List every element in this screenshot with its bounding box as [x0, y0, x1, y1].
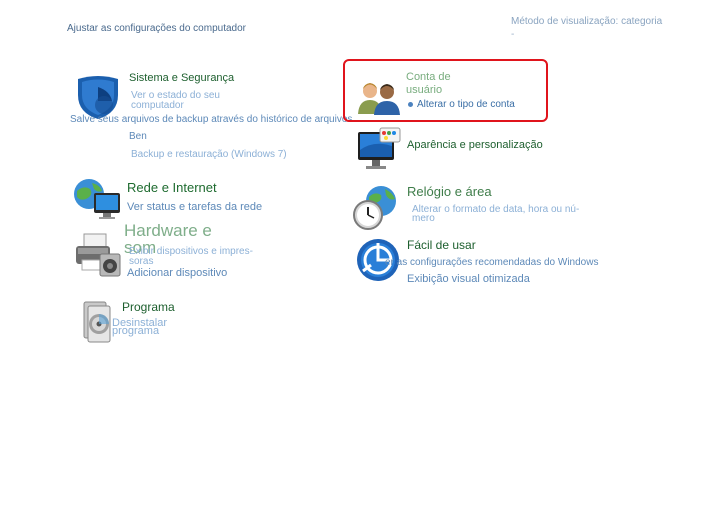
user-accounts-title[interactable]: Conta de [406, 71, 451, 83]
uninstall-program-link-line2[interactable]: programa [112, 326, 159, 337]
recommended-settings-link[interactable]: er as configurações recomendadas do Wind… [385, 257, 598, 268]
ben-link[interactable]: Ben [129, 131, 147, 142]
system-status-link-line2[interactable]: computador [131, 100, 184, 111]
add-device-link[interactable]: Adicionar dispositivo [127, 268, 227, 279]
view-mode-selector[interactable]: Método de visualização: categoria [511, 16, 662, 27]
file-history-link[interactable]: Salve seus arquivos de backup através do… [70, 114, 352, 125]
view-devices-link-line2[interactable]: soras [129, 256, 153, 267]
view-mode-dropdown-indicator[interactable]: - [511, 29, 514, 40]
globe-network-icon[interactable] [72, 177, 122, 223]
appearance-title[interactable]: Aparência e personalização [407, 139, 543, 151]
optimized-display-link[interactable]: Exibição visual otimizada [407, 274, 530, 285]
clock-globe-icon[interactable] [353, 185, 401, 231]
clock-region-title[interactable]: Relógio e área [407, 184, 492, 199]
hardware-sound-title[interactable]: Hardware e [124, 222, 212, 239]
network-status-link[interactable]: Ver status e tarefas da rede [127, 202, 262, 213]
user-accounts-title-line2[interactable]: usuário [406, 84, 442, 96]
bullet-icon [408, 101, 413, 107]
backup-restore-link[interactable]: Backup e restauração (Windows 7) [131, 149, 287, 160]
monitor-personalization-icon[interactable] [356, 126, 402, 174]
users-icon[interactable] [357, 80, 401, 116]
programs-title[interactable]: Programa [122, 300, 175, 314]
printer-icon[interactable] [74, 230, 122, 278]
change-account-type-link[interactable]: Alterar o tipo de conta [408, 99, 515, 110]
page-title: Ajustar as configurações do computador [67, 23, 246, 34]
network-internet-title[interactable]: Rede e Internet [127, 180, 217, 195]
change-account-type-label[interactable]: Alterar o tipo de conta [417, 99, 515, 110]
ease-of-access-title[interactable]: Fácil de usar [407, 238, 476, 252]
change-date-format-link[interactable]: Alterar o formato de data, hora ou nú- [412, 204, 579, 215]
change-date-format-link-line2[interactable]: mero [412, 213, 435, 224]
system-security-title[interactable]: Sistema e Segurança [129, 72, 234, 84]
